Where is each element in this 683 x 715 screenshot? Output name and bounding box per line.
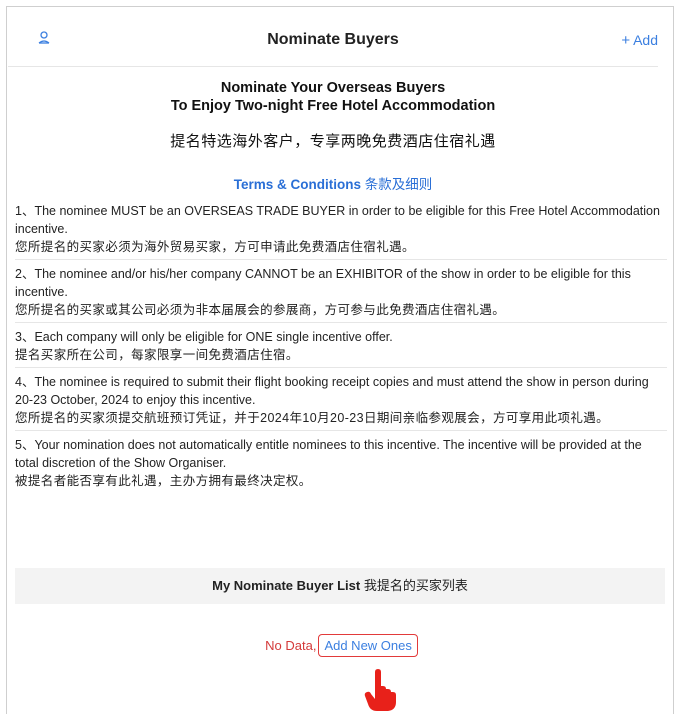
page-header: Nominate Buyers + Add: [8, 10, 658, 67]
intro-line-2: To Enjoy Two-night Free Hotel Accommodat…: [170, 98, 496, 114]
add-new-ones-link[interactable]: Add New Ones: [318, 634, 418, 657]
terms-heading-cn: 条款及细则: [364, 177, 433, 192]
term-cn: 被提名者能否享有此礼遇，主办方拥有最终决定权。: [15, 474, 312, 488]
page-title: Nominate Buyers: [267, 31, 399, 48]
term-en: 5、Your nomination does not automatically…: [15, 438, 642, 470]
term-item: 2、The nominee and/or his/her company CAN…: [15, 265, 667, 323]
term-item: 4、The nominee is required to submit thei…: [15, 373, 667, 431]
buyer-list-title-cn: 我提名的买家列表: [363, 578, 468, 593]
term-en: 1、The nominee MUST be an OVERSEAS TRADE …: [15, 204, 660, 236]
term-cn: 提名买家所在公司，每家限享一间免费酒店住宿。: [15, 348, 299, 362]
term-item: 5、Your nomination does not automatically…: [15, 436, 667, 493]
terms-heading-en: Terms & Conditions: [233, 177, 361, 192]
term-cn: 您所提名的买家或其公司必须为非本届展会的参展商，方可参与此免费酒店住宿礼遇。: [15, 303, 506, 317]
add-button-label: Add: [633, 32, 658, 48]
term-item: 1、The nominee MUST be an OVERSEAS TRADE …: [15, 202, 667, 260]
buyer-list-title-en: My Nominate Buyer List: [212, 578, 361, 593]
intro-section: Nominate Your Overseas Buyers To Enjoy T…: [8, 79, 658, 151]
term-cn: 您所提名的买家须提交航班预订凭证，并于2024年10月20-23日期间亲临参观展…: [15, 411, 610, 425]
pointing-hand-icon: [364, 669, 396, 711]
term-cn: 您所提名的买家必须为海外贸易买家，方可申请此免费酒店住宿礼遇。: [15, 240, 415, 254]
add-button[interactable]: + Add: [621, 32, 658, 49]
no-data-text: No Data,: [265, 638, 317, 653]
term-en: 3、Each company will only be eligible for…: [15, 330, 393, 344]
intro-chinese: 提名特选海外客户，专享两晚免费酒店住宿礼遇: [170, 133, 496, 150]
plus-icon: +: [621, 32, 631, 49]
term-en: 2、The nominee and/or his/her company CAN…: [15, 267, 631, 299]
term-en: 4、The nominee is required to submit thei…: [15, 375, 649, 407]
empty-state: No Data, Add New Ones: [0, 634, 683, 657]
terms-heading: Terms & Conditions 条款及细则: [8, 173, 658, 193]
intro-line-1: Nominate Your Overseas Buyers: [220, 80, 446, 96]
terms-list: 1、The nominee MUST be an OVERSEAS TRADE …: [15, 202, 667, 498]
term-item: 3、Each company will only be eligible for…: [15, 328, 667, 368]
buyer-list-header: My Nominate Buyer List 我提名的买家列表: [15, 568, 665, 604]
